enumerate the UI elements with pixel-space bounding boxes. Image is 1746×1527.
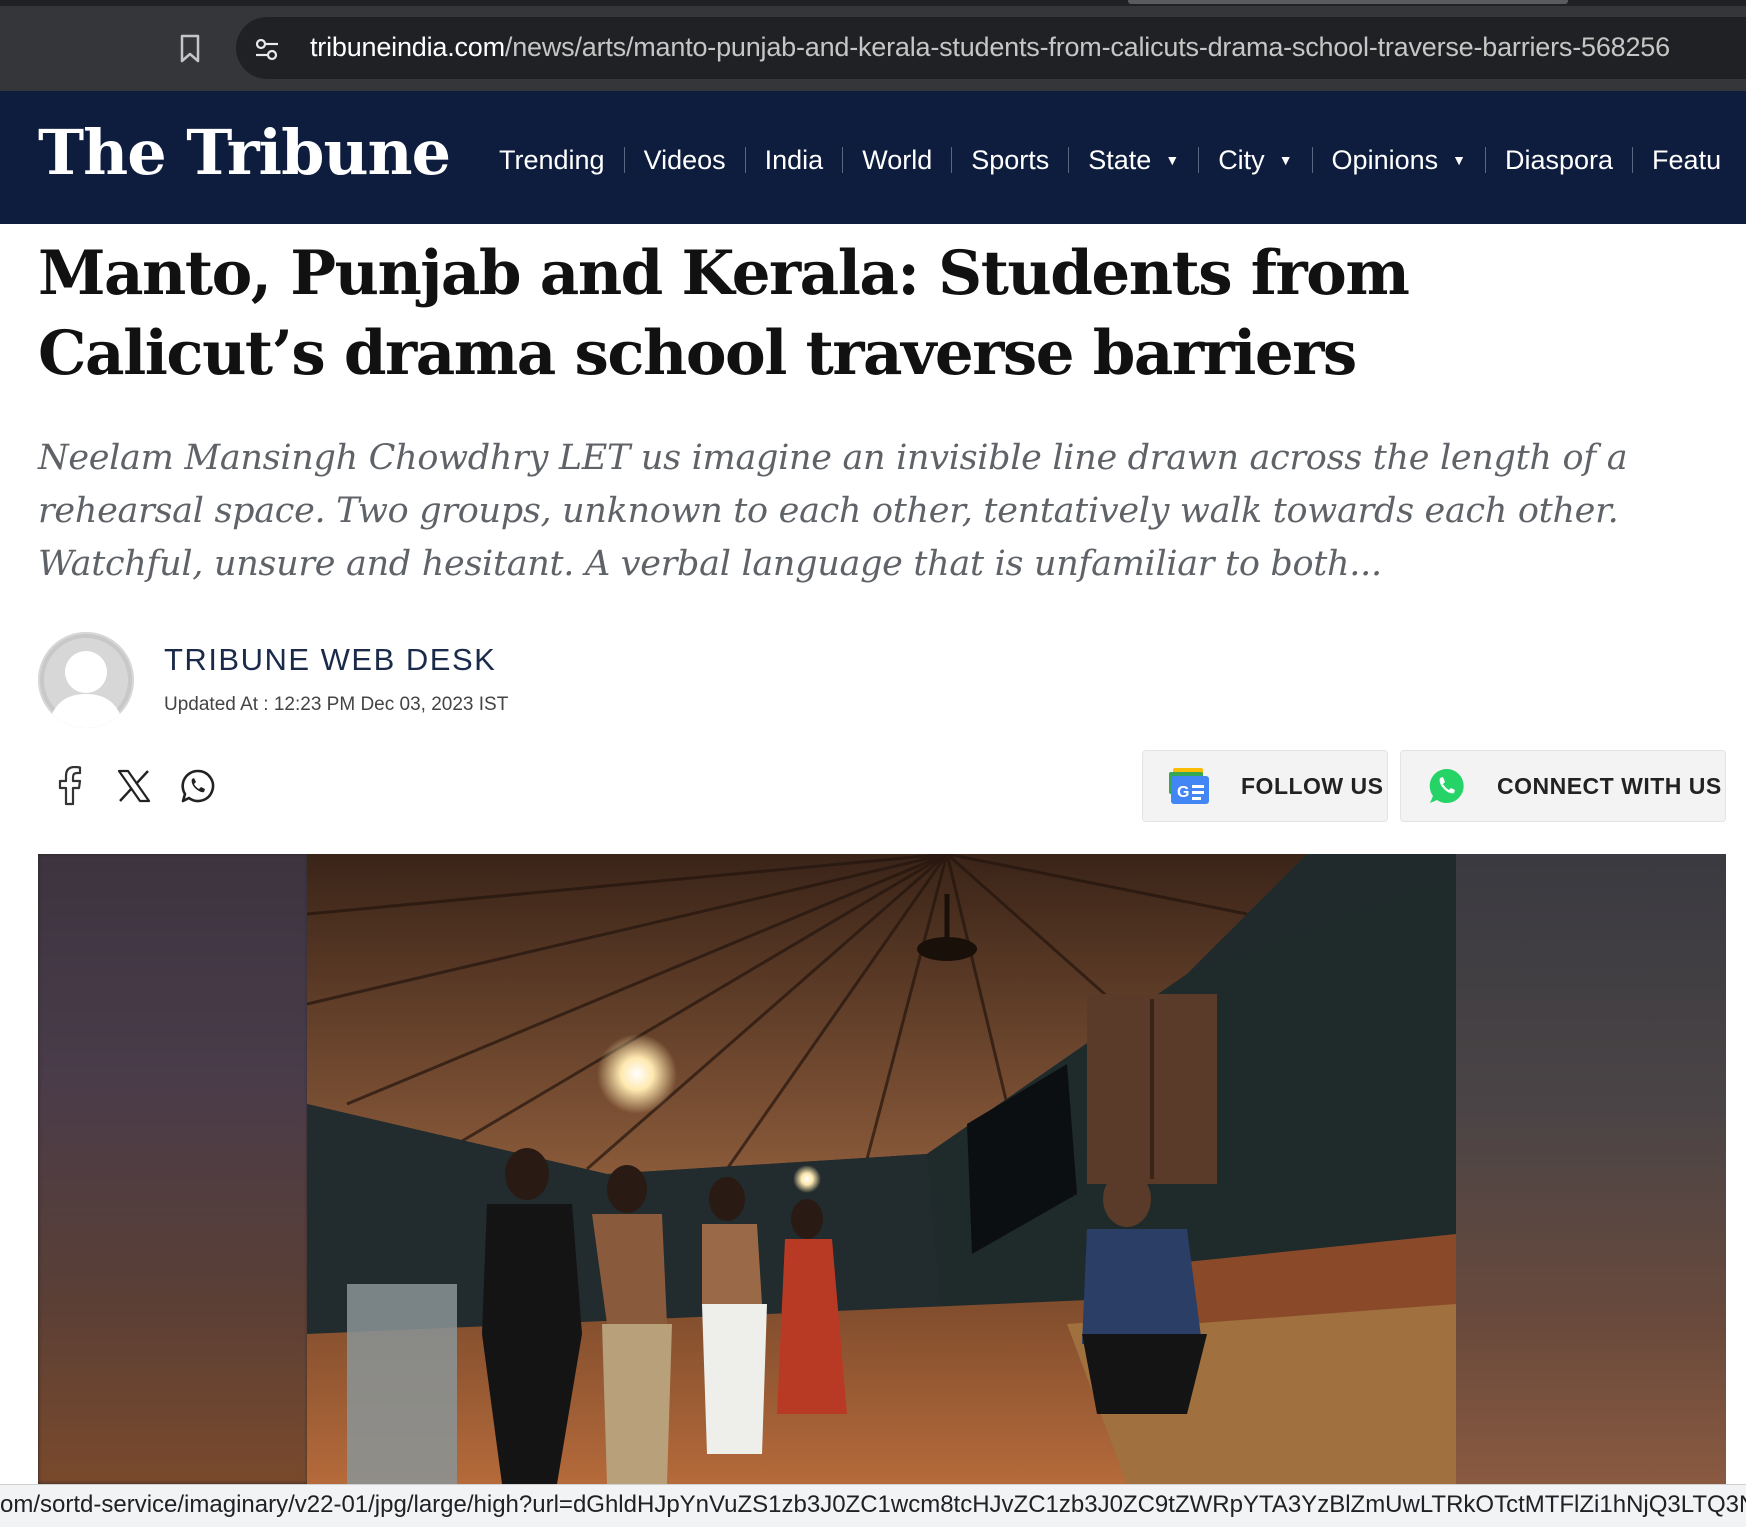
nav-item-opinions[interactable]: Opinions ▼ — [1313, 145, 1485, 176]
nav-item-label: Videos — [643, 144, 726, 175]
x-icon[interactable] — [112, 764, 156, 808]
url-path: /news/arts/manto-punjab-and-kerala-stude… — [504, 32, 1670, 62]
nav-item-trending[interactable]: Trending — [480, 145, 624, 176]
nav-item-label: Opinions — [1331, 144, 1439, 175]
nav-item-india[interactable]: India — [746, 145, 843, 176]
main-nav: Trending Videos India World Sports State ▼ City… — [480, 140, 1740, 180]
site-info-icon[interactable] — [252, 34, 282, 64]
nav-item-sports[interactable]: Sports — [952, 145, 1068, 176]
article-summary: Neelam Mansingh Chowdhry LET us imagine … — [38, 438, 1628, 584]
caret-down-icon[interactable]: ▼ — [1165, 152, 1179, 168]
author-avatar — [38, 632, 134, 728]
nav-item-label: World — [862, 144, 933, 175]
nav-item-featu[interactable]: Featu — [1633, 145, 1740, 176]
status-bar-url: om/sortd-service/imaginary/v22-01/jpg/la… — [0, 1484, 1746, 1527]
whatsapp-icon[interactable] — [176, 764, 220, 808]
nav-item-city[interactable]: City ▼ — [1199, 145, 1311, 176]
connect-with-us-label: CONNECT WITH US — [1497, 772, 1722, 799]
nav-item-world[interactable]: World — [843, 145, 951, 176]
site-logo[interactable]: The Tribune — [38, 116, 451, 189]
follow-us-label: FOLLOW US — [1241, 772, 1384, 799]
author-name[interactable]: TRIBUNE WEB DESK — [164, 642, 496, 678]
article-headline: Manto, Punjab and Kerala: Students from … — [38, 238, 1410, 389]
hero-blur-right — [1456, 854, 1726, 1484]
nav-item-diaspora[interactable]: Diaspora — [1486, 145, 1632, 176]
rehearsal-photo — [307, 854, 1456, 1484]
whatsapp-connect-button[interactable]: CONNECT WITH US — [1400, 750, 1726, 822]
caret-down-icon[interactable]: ▼ — [1452, 152, 1466, 168]
updated-timestamp: Updated At : 12:23 PM Dec 03, 2023 IST — [164, 694, 509, 715]
facebook-icon[interactable] — [48, 764, 92, 808]
nav-item-state[interactable]: State ▼ — [1069, 145, 1198, 176]
article-hero-image[interactable] — [38, 854, 1726, 1484]
nav-item-videos[interactable]: Videos — [625, 145, 745, 176]
nav-item-label: City — [1218, 144, 1265, 175]
url-host: tribuneindia.com — [310, 32, 505, 62]
nav-item-label: Featu — [1652, 144, 1722, 175]
nav-item-label: Trending — [499, 144, 605, 175]
hero-blur-left — [38, 854, 308, 1484]
nav-item-label: India — [764, 144, 824, 175]
nav-item-label: Diaspora — [1504, 144, 1614, 175]
nav-item-label: State — [1088, 144, 1152, 175]
whatsapp-green-icon — [1427, 766, 1467, 806]
google-news-follow-button[interactable]: G FOLLOW US — [1142, 750, 1388, 822]
bookmark-icon[interactable] — [176, 31, 204, 67]
url-text[interactable]: tribuneindia.com/news/arts/manto-punjab-… — [310, 32, 1670, 63]
svg-text:G: G — [1177, 784, 1189, 801]
active-tab-edge[interactable] — [1128, 0, 1568, 4]
caret-down-icon[interactable]: ▼ — [1279, 152, 1293, 168]
google-news-icon: G — [1167, 766, 1211, 806]
nav-item-label: Sports — [971, 144, 1050, 175]
